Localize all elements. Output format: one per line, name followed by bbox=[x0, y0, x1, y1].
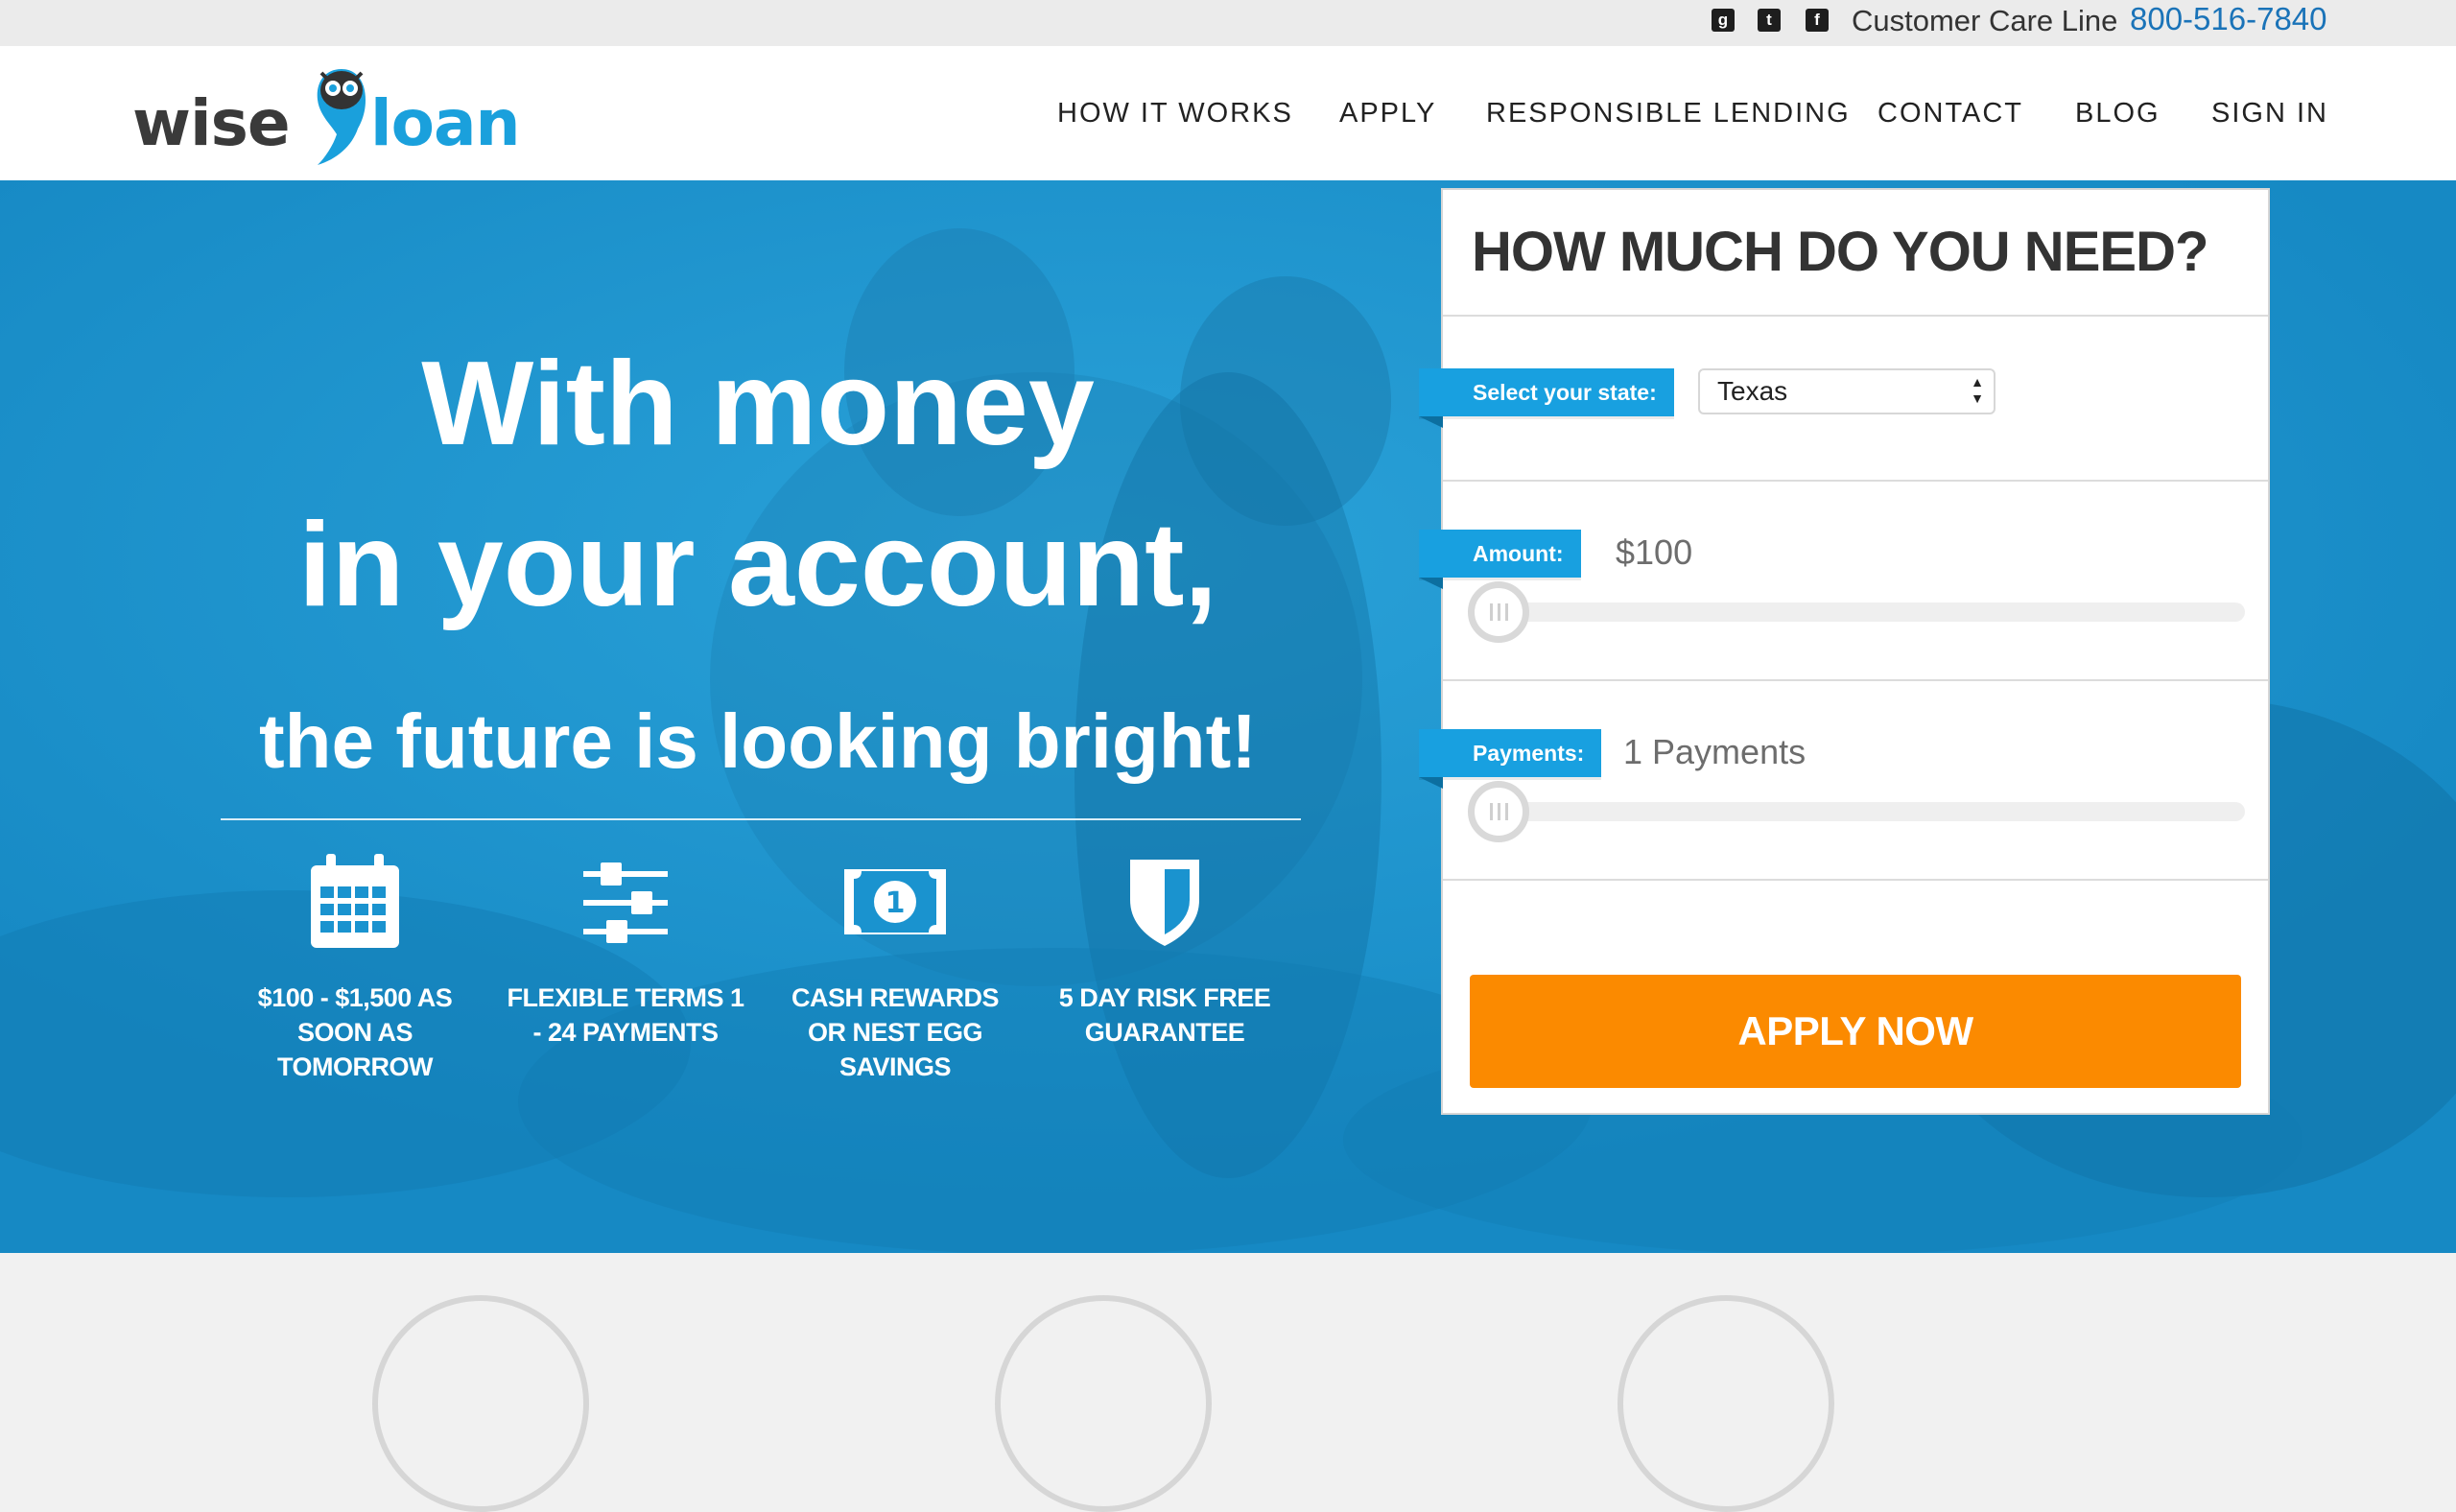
wiseloan-logo[interactable]: wise loan bbox=[132, 65, 535, 171]
form-title: HOW MUCH DO YOU NEED? bbox=[1472, 221, 2208, 283]
apply-now-button[interactable]: APPLY NOW bbox=[1470, 975, 2241, 1088]
feature-guarantee: 5 DAY RISK FREE GUARANTEE bbox=[1040, 852, 1289, 1050]
nav-sign-in[interactable]: SIGN IN bbox=[2211, 96, 2328, 130]
nav-how-it-works[interactable]: HOW IT WORKS bbox=[1057, 96, 1293, 130]
step-circle bbox=[372, 1295, 589, 1512]
feature-amount: $100 - $1,500 AS SOON AS TOMORROW bbox=[230, 852, 480, 1084]
amount-slider-handle[interactable] bbox=[1468, 581, 1529, 643]
nav-responsible-lending[interactable]: RESPONSIBLE LENDING bbox=[1486, 96, 1851, 130]
step-circle bbox=[1618, 1295, 1834, 1512]
calendar-icon bbox=[311, 854, 399, 948]
logo-text-loan: loan bbox=[370, 86, 520, 160]
top-utility-bar: g t f Customer Care Line 800-516-7840 bbox=[0, 0, 2456, 46]
feature-rewards: 1 CASH REWARDS OR NEST EGG SAVINGS bbox=[770, 852, 1020, 1084]
nav-contact[interactable]: CONTACT bbox=[1877, 96, 2023, 130]
nav-apply[interactable]: APPLY bbox=[1339, 96, 1436, 130]
hero-subheading: the future is looking bright! bbox=[259, 698, 1257, 784]
card-divider bbox=[1443, 480, 2268, 482]
amount-label: Amount: bbox=[1419, 530, 1581, 589]
owl-logo-icon bbox=[317, 69, 366, 165]
state-select-value: Texas bbox=[1717, 376, 1788, 406]
state-select[interactable]: Texas ▲ ▼ bbox=[1698, 368, 1996, 414]
payments-slider-track[interactable] bbox=[1500, 802, 2245, 821]
select-arrows-icon: ▲ ▼ bbox=[1971, 374, 1984, 406]
site-header: wise loan HOW IT WORKS APPLY RESPONSIBLE… bbox=[0, 46, 2456, 180]
amount-slider-track[interactable] bbox=[1500, 602, 2245, 622]
hero-heading-line-1: With money bbox=[421, 338, 1095, 470]
payments-label: Payments: bbox=[1419, 729, 1602, 789]
payments-slider-handle[interactable] bbox=[1468, 781, 1529, 842]
google-plus-icon[interactable]: g bbox=[1712, 9, 1735, 32]
state-label: Select your state: bbox=[1419, 368, 1674, 428]
feature-guarantee-text: 5 DAY RISK FREE GUARANTEE bbox=[1058, 983, 1271, 1047]
loan-calculator-card: HOW MUCH DO YOU NEED? Select your state:… bbox=[1419, 188, 2270, 1115]
step-circle bbox=[995, 1295, 1212, 1512]
card-divider bbox=[1443, 879, 2268, 881]
svg-text:1: 1 bbox=[886, 886, 906, 920]
feature-rewards-text: CASH REWARDS OR NEST EGG SAVINGS bbox=[791, 983, 1000, 1081]
logo-text-wise: wise bbox=[132, 86, 291, 160]
feature-amount-text: $100 - $1,500 AS SOON AS TOMORROW bbox=[257, 983, 453, 1081]
hero-heading-line-2: in your account, bbox=[298, 499, 1217, 631]
banknote-icon: 1 bbox=[844, 869, 946, 934]
facebook-icon[interactable]: f bbox=[1806, 9, 1829, 32]
customer-care-phone[interactable]: 800-516-7840 bbox=[2130, 0, 2327, 38]
amount-value: $100 bbox=[1616, 532, 1693, 572]
shield-icon bbox=[1130, 860, 1199, 946]
twitter-icon[interactable]: t bbox=[1758, 9, 1781, 32]
sliders-icon bbox=[583, 862, 668, 943]
feature-terms-text: FLEXIBLE TERMS 1 - 24 PAYMENTS bbox=[507, 983, 744, 1047]
feature-terms: FLEXIBLE TERMS 1 - 24 PAYMENTS bbox=[501, 852, 750, 1050]
card-divider bbox=[1443, 315, 2268, 317]
payments-value: 1 Payments bbox=[1623, 732, 1807, 771]
hero-divider bbox=[221, 818, 1301, 820]
card-divider bbox=[1443, 679, 2268, 681]
nav-blog[interactable]: BLOG bbox=[2075, 96, 2161, 130]
customer-care-label: Customer Care Line bbox=[1852, 4, 2118, 37]
